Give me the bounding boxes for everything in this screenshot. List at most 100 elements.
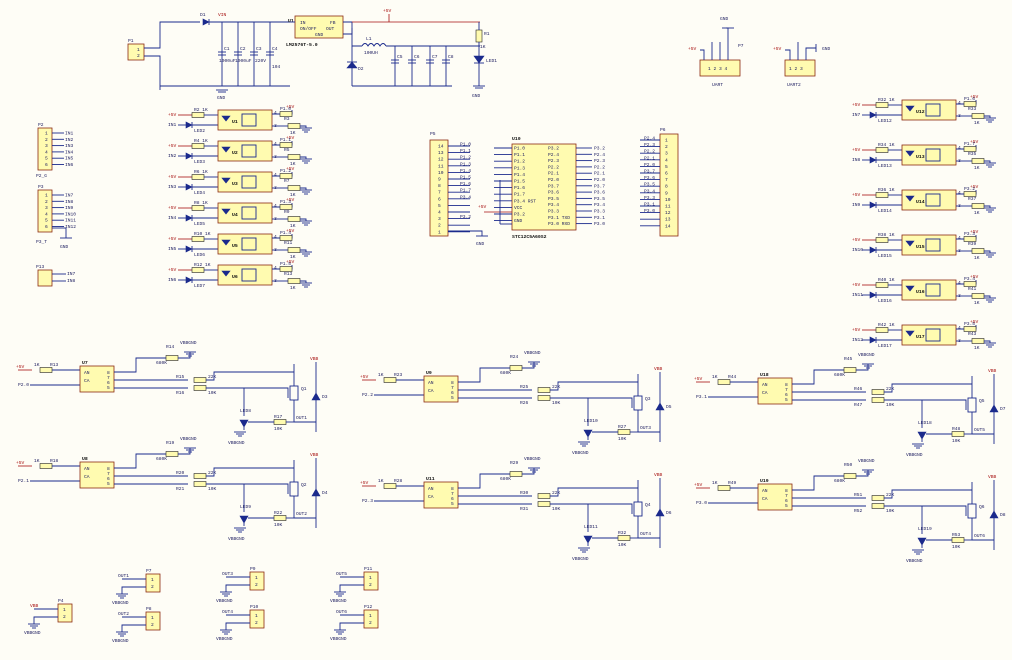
mcu-right-pin: P3.3: [548, 209, 559, 215]
svg-text:1K: 1K: [378, 478, 384, 484]
svg-text:P5: P5: [430, 131, 436, 137]
svg-text:6: 6: [45, 162, 48, 168]
mcu-section: P5 P6 U10 STC12C5A60S2 P1.0P1.1P1.2P1.3P…: [429, 127, 679, 247]
svg-text:680K: 680K: [500, 370, 511, 376]
svg-text:R23: R23: [394, 372, 403, 378]
driver-gate-resistor-2: [871, 503, 885, 509]
svg-text:2: 2: [45, 199, 48, 205]
svg-text:U1: U1: [288, 18, 294, 24]
flyback-diode: [311, 488, 321, 497]
mcu-right-net: P3.4: [594, 202, 605, 208]
svg-text:C7: C7: [432, 54, 438, 60]
opto-output-resistor: [971, 113, 985, 119]
opto-indicator-led: [869, 156, 877, 164]
svg-text:R32 1K: R32 1K: [878, 97, 895, 103]
opto-u14: +5VR36 1KIN9LED14U1443+5VP3.21KR37: [852, 184, 996, 216]
opto-output-resistor: [287, 154, 301, 160]
opto-u1: +5VR2 1KIN1LED2U143+5VP1.01KR3: [168, 104, 312, 136]
svg-text:10K: 10K: [952, 544, 961, 550]
mosfet-symbol: [289, 385, 299, 401]
connector-pin-label: IN4: [65, 149, 74, 155]
opto-input-net: IN12: [852, 337, 863, 343]
driver-input-net: P3.1: [696, 394, 707, 400]
svg-text:C4: C4: [272, 46, 278, 52]
svg-text:VBB: VBB: [988, 474, 997, 480]
svg-text:4: 4: [274, 110, 277, 116]
svg-text:R36 1K: R36 1K: [878, 187, 895, 193]
svg-text:VBBGND: VBBGND: [180, 340, 197, 346]
driver-input-resistor: [39, 463, 53, 469]
mosfet-symbol: [967, 397, 977, 413]
connector-p1[interactable]: [127, 43, 145, 61]
svg-text:VBB: VBB: [988, 368, 997, 374]
svg-text:4: 4: [274, 203, 277, 209]
svg-text:+5V: +5V: [360, 374, 369, 380]
driver-u8: +5V 1K R18P2.1U8ANCA8765R19680KVBBGNDR20 22…: [16, 436, 328, 542]
driver-input-resistor: [383, 483, 397, 489]
svg-text:AN: AN: [84, 466, 90, 472]
opto-u17: +5VR42 1KIN12LED17U1743+5VP3.51KR43: [852, 319, 996, 351]
opto-output-net: P1.7: [964, 141, 975, 147]
mosfet-symbol: [633, 501, 643, 517]
svg-text:U2: U2: [232, 150, 238, 156]
svg-text:1: 1: [255, 575, 258, 581]
svg-text:IN7: IN7: [67, 271, 76, 277]
header-p5-net: P1.2: [460, 155, 471, 161]
svg-text:R20: R20: [176, 470, 185, 476]
svg-text:VBBGND: VBBGND: [112, 638, 129, 644]
output-connector-p11: P11 12 OUT5 VBBGND: [330, 566, 379, 604]
flyback-diode: [655, 508, 665, 517]
mcu-left-pin: P1.1: [514, 152, 525, 158]
svg-text:C8: C8: [448, 54, 454, 60]
svg-text:5: 5: [107, 481, 110, 487]
driver-led-resistor: [951, 537, 965, 543]
opto-input-net: IN6: [168, 277, 177, 283]
svg-text:ON/OFF: ON/OFF: [300, 26, 317, 32]
svg-text:R49: R49: [728, 480, 737, 486]
svg-text:C1: C1: [224, 46, 230, 52]
header-p6-pin: 10: [665, 197, 671, 203]
input-capacitors: C1 C2 C3 C4 1000uF 1000uF 220V 104 GND: [160, 22, 290, 101]
opto-u4: +5VR8 1KIN4LED5U443+5VP1.31KR9: [168, 197, 312, 229]
svg-text:22K: 22K: [552, 384, 561, 390]
opto-pullup-resistor: [279, 204, 293, 210]
driver-led-resistor: [273, 419, 287, 425]
svg-text:R25: R25: [520, 384, 529, 390]
svg-text:U7: U7: [82, 360, 88, 366]
driver-pullup-resistor: [509, 365, 523, 371]
header-p5-pin: 10: [438, 170, 444, 176]
svg-text:R43: R43: [968, 331, 977, 337]
svg-text:CA: CA: [762, 496, 768, 502]
svg-text:P7: P7: [146, 568, 152, 574]
svg-text:4: 4: [274, 234, 277, 240]
svg-text:+5V: +5V: [360, 480, 369, 486]
svg-text:10K: 10K: [618, 542, 627, 548]
header-p5-pin: 6: [438, 196, 441, 202]
regulator-part: LM2576T-5.0: [286, 42, 318, 48]
opto-output-net: P1.0: [280, 106, 291, 112]
opto-output-net: P1.1: [280, 137, 291, 143]
header-p6-pin: 11: [665, 204, 671, 210]
connector-p13[interactable]: [37, 269, 53, 287]
svg-text:R35: R35: [968, 151, 977, 157]
svg-text:Q2: Q2: [301, 482, 307, 488]
svg-text:U10: U10: [512, 136, 521, 142]
connector-pin-label: IN1: [65, 131, 74, 137]
opto-output-resistor: [971, 293, 985, 299]
svg-text:+5V: +5V: [852, 102, 861, 108]
header-p6-pin: 7: [665, 177, 668, 183]
opto-output-resistor: [971, 203, 985, 209]
driver-output-net: OUT4: [640, 531, 651, 537]
svg-text:R13: R13: [50, 362, 59, 368]
opto-u15: +5VR38 1KIN10LED15U1543+5VP3.31KR39: [852, 229, 996, 261]
opto-output-net: P3.2: [964, 186, 975, 192]
svg-text:+5V: +5V: [852, 237, 861, 243]
header-p6-net: P2.2: [644, 149, 655, 155]
svg-text:R33: R33: [968, 106, 977, 112]
svg-text:2: 2: [369, 582, 372, 588]
mcu-right-net: P2.4: [594, 152, 605, 158]
driver-input-resistor: [39, 367, 53, 373]
svg-text:R8 1K: R8 1K: [194, 200, 208, 206]
svg-text:LED3: LED3: [194, 159, 205, 165]
svg-text:LED18: LED18: [918, 420, 932, 426]
